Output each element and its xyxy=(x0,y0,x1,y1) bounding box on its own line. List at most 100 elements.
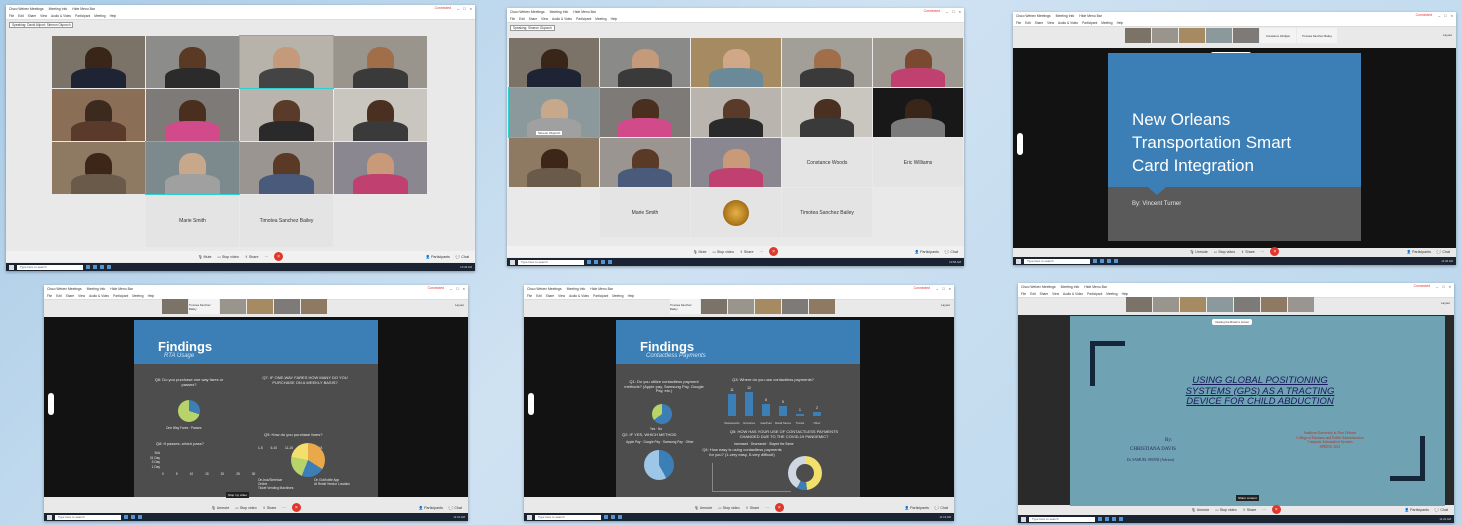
share-button[interactable]: ⇪ Share xyxy=(245,255,259,259)
strip-name[interactable]: Timotea Sanchez Bailey xyxy=(1297,28,1337,43)
end-call-button[interactable]: × xyxy=(274,252,284,261)
taskbar-search[interactable]: Type here to search xyxy=(1024,258,1090,264)
menu-view[interactable]: View xyxy=(558,294,565,298)
tab-meeting-info[interactable]: Meeting Info xyxy=(1061,285,1080,289)
menu-meeting[interactable]: Meeting xyxy=(132,294,143,298)
menu-participant[interactable]: Participant xyxy=(593,294,608,298)
windows-start-icon[interactable] xyxy=(527,514,532,520)
more-options-icon[interactable]: ··· xyxy=(1262,508,1266,512)
taskbar-app-icon[interactable] xyxy=(93,265,97,269)
taskbar-search[interactable]: Type here to search xyxy=(518,259,584,265)
maximize-icon[interactable]: □ xyxy=(1444,13,1446,18)
strip-video[interactable] xyxy=(1126,297,1152,312)
menu-help[interactable]: Help xyxy=(148,294,155,298)
taskbar-app-icon[interactable] xyxy=(107,265,111,269)
taskbar-app-icon[interactable] xyxy=(601,260,605,264)
menu-meeting[interactable]: Meeting xyxy=(612,294,623,298)
taskbar-search[interactable]: Type here to search xyxy=(17,264,83,270)
menu-view[interactable]: View xyxy=(40,14,47,18)
strip-video[interactable] xyxy=(1261,297,1287,312)
more-options-icon[interactable]: ··· xyxy=(1261,250,1265,254)
chat-button[interactable]: 💬 Chat xyxy=(1435,508,1448,512)
windows-start-icon[interactable] xyxy=(1021,516,1026,522)
end-call-button[interactable]: × xyxy=(1270,247,1280,256)
video-tile[interactable] xyxy=(509,138,599,187)
video-tile[interactable] xyxy=(146,89,239,141)
taskbar-app-icon[interactable] xyxy=(1100,259,1104,263)
minimize-icon[interactable]: – xyxy=(450,286,452,291)
menu-edit[interactable]: Edit xyxy=(56,294,62,298)
minimize-icon[interactable]: – xyxy=(936,286,938,291)
more-options-icon[interactable]: ··· xyxy=(759,250,763,254)
unmute-button[interactable]: 🎙 Unmute xyxy=(1191,508,1209,512)
tab-hide-menu[interactable]: Hide Menu Bar xyxy=(573,10,596,14)
menu-audio-video[interactable]: Audio & Video xyxy=(89,294,109,298)
strip-video[interactable] xyxy=(1206,28,1232,43)
tab-hide-menu[interactable]: Hide Menu Bar xyxy=(72,7,95,11)
share-button[interactable]: ⇪ Share xyxy=(1241,250,1255,254)
stop-video-button[interactable]: ▭ Stop video xyxy=(1214,250,1235,254)
taskbar-app-icon[interactable] xyxy=(131,515,135,519)
menu-meeting[interactable]: Meeting xyxy=(1101,21,1112,25)
maximize-icon[interactable]: □ xyxy=(942,286,944,291)
unmute-button[interactable]: 🎙 Unmute xyxy=(211,506,229,510)
menu-help[interactable]: Help xyxy=(628,294,635,298)
video-tile[interactable] xyxy=(334,36,427,88)
video-tile[interactable] xyxy=(52,89,145,141)
layout-button[interactable]: Layout xyxy=(1441,301,1450,305)
taskbar-app-icon[interactable] xyxy=(124,515,128,519)
menu-file[interactable]: File xyxy=(47,294,52,298)
strip-video[interactable] xyxy=(701,299,727,314)
video-tile[interactable] xyxy=(691,38,781,87)
menu-share[interactable]: Share xyxy=(66,294,75,298)
windows-start-icon[interactable] xyxy=(9,264,14,270)
menu-file[interactable]: File xyxy=(9,14,14,18)
video-tile[interactable] xyxy=(334,142,427,194)
menu-participant[interactable]: Participant xyxy=(1087,292,1102,296)
taskbar-app-icon[interactable] xyxy=(608,260,612,264)
tab-meeting-info[interactable]: Meeting Info xyxy=(550,10,569,14)
menu-share[interactable]: Share xyxy=(1035,21,1044,25)
stop-video-button[interactable]: ▭ Stop video xyxy=(1215,508,1236,512)
strip-video[interactable] xyxy=(1288,297,1314,312)
video-tile-selected[interactable] xyxy=(239,35,334,89)
taskbar-search[interactable]: Type here to search xyxy=(1029,516,1095,522)
video-tile[interactable] xyxy=(600,88,690,137)
minimize-icon[interactable]: – xyxy=(457,6,459,11)
strip-video[interactable] xyxy=(1179,28,1205,43)
tab-meeting-info[interactable]: Meeting Info xyxy=(1056,14,1075,18)
taskbar-app-icon[interactable] xyxy=(611,515,615,519)
windows-start-icon[interactable] xyxy=(47,514,52,520)
mute-button[interactable]: 🎙 Mute xyxy=(693,250,707,254)
video-tile[interactable] xyxy=(873,88,963,137)
tab-webex[interactable]: Cisco Webex Meetings xyxy=(1021,285,1056,289)
participants-button[interactable]: 👤 Participants xyxy=(426,255,450,259)
taskbar-app-icon[interactable] xyxy=(86,265,90,269)
name-tile[interactable]: Eric Williams xyxy=(873,138,963,187)
tab-hide-menu[interactable]: Hide Menu Bar xyxy=(110,287,133,291)
menu-meeting[interactable]: Meeting xyxy=(595,17,606,21)
strip-video[interactable] xyxy=(1207,297,1233,312)
menu-edit[interactable]: Edit xyxy=(519,17,525,21)
video-tile[interactable] xyxy=(334,89,427,141)
stop-video-button[interactable]: ▭ Stop video xyxy=(217,255,238,259)
panel-handle[interactable]: · · · xyxy=(528,393,534,415)
video-tile[interactable] xyxy=(782,38,872,87)
maximize-icon[interactable]: □ xyxy=(952,9,954,14)
taskbar-app-icon[interactable] xyxy=(618,515,622,519)
menu-meeting[interactable]: Meeting xyxy=(94,14,105,18)
taskbar-app-icon[interactable] xyxy=(587,260,591,264)
end-call-button[interactable]: × xyxy=(774,503,784,512)
share-button[interactable]: ⇪ Share xyxy=(746,506,760,510)
layout-button[interactable]: Layout xyxy=(941,303,950,307)
tab-webex[interactable]: Cisco Webex Meetings xyxy=(510,10,545,14)
maximize-icon[interactable]: □ xyxy=(1442,284,1444,289)
layout-button[interactable]: Layout xyxy=(1443,33,1452,37)
strip-video[interactable] xyxy=(1152,28,1178,43)
strip-video[interactable] xyxy=(782,299,808,314)
video-tile[interactable] xyxy=(600,138,690,187)
menu-file[interactable]: File xyxy=(527,294,532,298)
name-tile[interactable]: Marie Smith xyxy=(600,188,690,237)
menu-edit[interactable]: Edit xyxy=(1030,292,1036,296)
menu-audio-video[interactable]: Audio & Video xyxy=(569,294,589,298)
